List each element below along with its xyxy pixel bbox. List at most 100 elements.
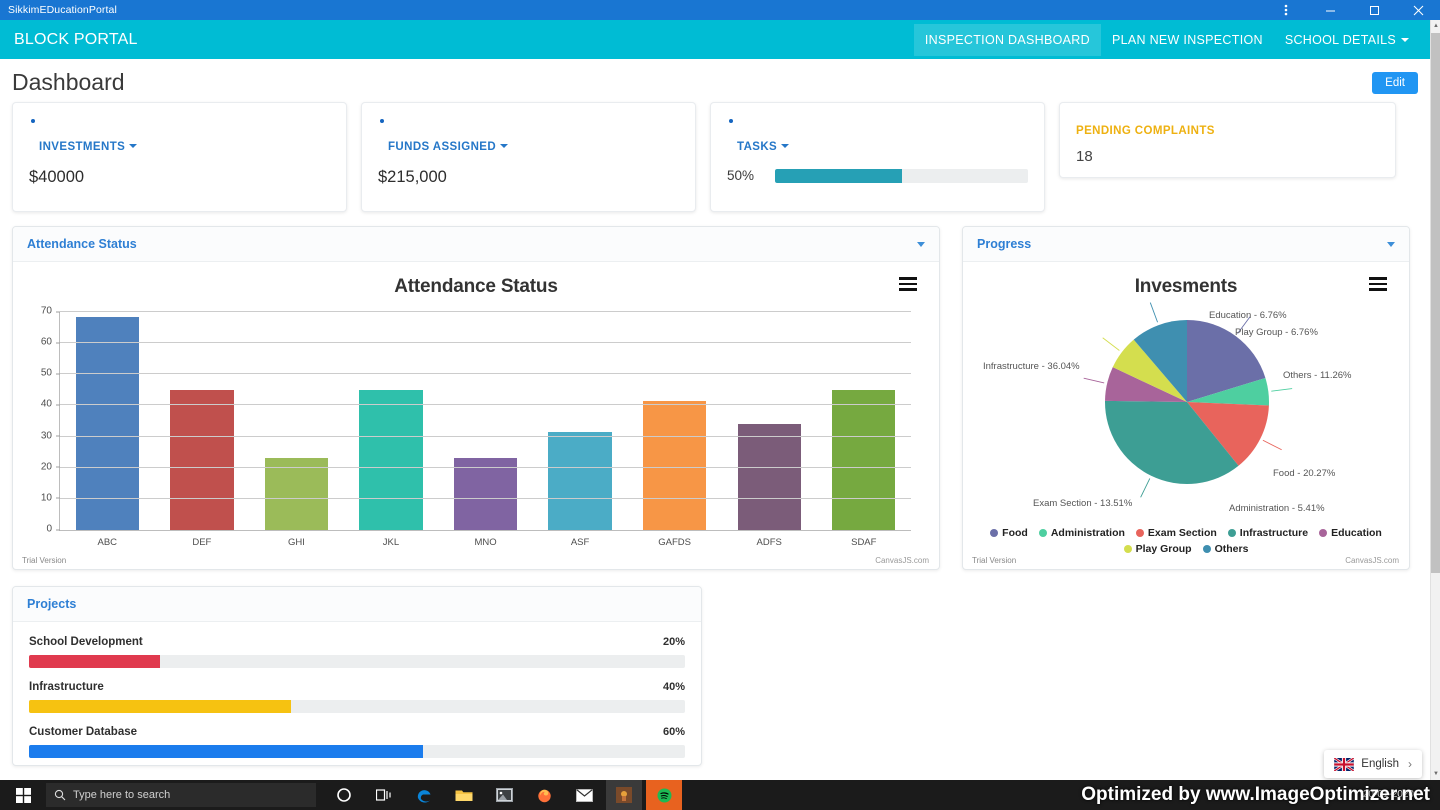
start-button-icon[interactable] — [0, 787, 46, 803]
legend-color-dot — [1135, 529, 1144, 537]
kpi-card-investments: INVESTMENTS $40000 — [12, 102, 347, 212]
legend-item[interactable]: Exam Section — [1135, 527, 1217, 539]
main-navbar: BLOCK PORTAL INSPECTION DASHBOARD PLAN N… — [0, 20, 1430, 59]
language-selector[interactable]: English › — [1324, 750, 1422, 778]
project-header: School Development 20% — [29, 636, 685, 648]
x-axis-tick-label: ABC — [97, 537, 118, 548]
progress-fill — [775, 168, 902, 183]
x-axis-tick-label: ASF — [570, 537, 590, 548]
pie-leader-line — [1083, 377, 1105, 384]
chart-title: Attendance Status — [394, 276, 558, 297]
x-axis-tick-label: GHI — [287, 537, 305, 548]
y-axis-tick-label: 70 — [41, 306, 61, 317]
edge-icon[interactable] — [406, 780, 442, 810]
pie-point-label: Play Group - 6.76% — [1235, 327, 1318, 338]
panel-header: Projects — [13, 587, 701, 622]
project-header: Customer Database 60% — [29, 726, 685, 738]
task-view-icon[interactable] — [366, 780, 402, 810]
bar[interactable] — [737, 424, 801, 530]
chevron-down-icon[interactable] — [129, 143, 138, 148]
firefox-icon[interactable] — [526, 780, 562, 810]
mail-icon[interactable] — [566, 780, 602, 810]
chevron-right-icon: › — [1408, 757, 1412, 771]
panel-body: Attendance Status ABC DEF GHI JKL MNO ASF GAFD… — [13, 262, 939, 569]
search-placeholder: Type here to search — [73, 789, 171, 801]
page-title: Dashboard — [12, 69, 125, 95]
bar[interactable] — [453, 458, 518, 530]
legend-color-dot — [1227, 529, 1236, 537]
chevron-down-icon[interactable] — [917, 241, 925, 247]
pie-leader-line — [1262, 439, 1282, 451]
project-percent: 40% — [662, 681, 685, 693]
spotify-icon[interactable] — [646, 780, 682, 810]
progress-fill — [29, 655, 161, 668]
x-axis-tick-label: GAFDS — [658, 537, 692, 548]
bar[interactable] — [359, 389, 423, 530]
chevron-down-icon[interactable] — [781, 143, 790, 148]
photos-icon[interactable] — [486, 780, 522, 810]
page-scrollbar[interactable]: ▲ ▼ — [1430, 20, 1440, 780]
nav-link-inspection-dashboard[interactable]: INSPECTION DASHBOARD — [913, 23, 1101, 56]
charts-row: Attendance Status Attendance Status ABC D… — [0, 212, 1430, 570]
gridline: 10 — [41, 492, 911, 503]
window-title: SikkimEDucationPortal — [8, 4, 117, 16]
kpi-label[interactable]: INVESTMENTS — [39, 141, 125, 153]
legend-item[interactable]: Education — [1319, 527, 1382, 539]
uk-flag-icon — [1334, 757, 1355, 771]
chart-menu-icon[interactable] — [1369, 277, 1387, 294]
panel-title: Progress — [977, 237, 1032, 251]
kpi-label[interactable]: TASKS — [737, 141, 777, 153]
legend-item[interactable]: Infrastructure — [1227, 527, 1308, 539]
scroll-down-icon[interactable]: ▼ — [1431, 768, 1440, 780]
legend-item[interactable]: Others — [1202, 543, 1248, 555]
bar[interactable] — [832, 389, 896, 530]
pie-point-label: Administration - 5.41% — [1229, 503, 1325, 514]
file-explorer-icon[interactable] — [446, 780, 482, 810]
taskbar-clock[interactable]: 20-01-2020 — [1363, 789, 1440, 802]
more-options-icon[interactable] — [1264, 0, 1308, 20]
edit-button[interactable]: Edit — [1372, 71, 1418, 94]
scrollbar-thumb[interactable] — [1431, 33, 1440, 573]
gridline: 70 — [41, 306, 911, 317]
brand-title[interactable]: BLOCK PORTAL — [0, 31, 138, 49]
panel-title: Attendance Status — [27, 237, 137, 251]
bar[interactable] — [642, 400, 707, 530]
legend-item[interactable]: Food — [990, 527, 1028, 539]
kpi-value: $40000 — [29, 168, 85, 186]
scroll-up-icon[interactable]: ▲ — [1431, 20, 1440, 32]
nav-link-plan-new-inspection[interactable]: PLAN NEW INSPECTION — [1101, 24, 1274, 56]
cortana-icon[interactable] — [326, 780, 362, 810]
y-axis-tick-label: 30 — [41, 430, 61, 441]
kpi-card-funds-assigned: FUNDS ASSIGNED $215,000 — [361, 102, 696, 212]
chevron-down-icon — [1401, 38, 1409, 43]
close-icon[interactable] — [1396, 0, 1440, 20]
legend-item[interactable]: Administration — [1038, 527, 1125, 539]
chart-title: Invesments — [1134, 276, 1238, 297]
legend-label: Play Group — [1135, 543, 1192, 555]
chevron-down-icon[interactable] — [1387, 241, 1395, 247]
legend-item[interactable]: Play Group — [1123, 543, 1192, 555]
x-axis-tick-label: SDAF — [851, 537, 877, 548]
gridline: 50 — [41, 368, 911, 379]
progress-track — [29, 700, 685, 713]
search-input[interactable]: Type here to search — [46, 783, 316, 807]
nav-link-school-details[interactable]: SCHOOL DETAILS — [1274, 24, 1420, 56]
kpi-value: 18 — [1076, 148, 1093, 165]
nav-link-label: INSPECTION DASHBOARD — [924, 32, 1090, 47]
kpi-label[interactable]: FUNDS ASSIGNED — [388, 141, 496, 153]
panel-progress: Progress Invesments Education - 6.76% Pl… — [962, 226, 1410, 570]
bar[interactable] — [170, 389, 234, 530]
chart-menu-icon[interactable] — [899, 277, 917, 294]
maximize-icon[interactable] — [1352, 0, 1396, 20]
pie-leader-line — [1102, 337, 1120, 351]
app-icon[interactable] — [606, 780, 642, 810]
chevron-down-icon[interactable] — [500, 143, 509, 148]
legend-color-dot — [1123, 545, 1132, 553]
bar[interactable] — [548, 431, 612, 530]
x-axis-tick-label: ADFS — [756, 537, 782, 548]
gridline: 40 — [41, 399, 911, 410]
legend-label: Administration — [1050, 527, 1125, 539]
bar[interactable] — [264, 458, 329, 530]
minimize-icon[interactable] — [1308, 0, 1352, 20]
pie-legend: Food Administration Exam Section Infrastruc… — [975, 527, 1397, 555]
